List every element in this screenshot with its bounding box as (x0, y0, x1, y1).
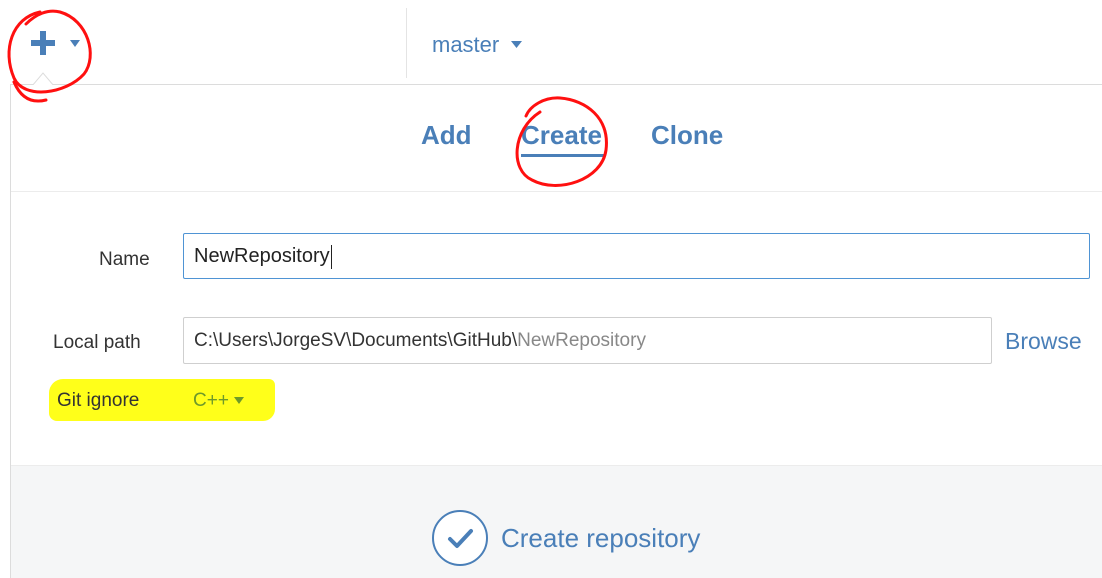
gitignore-label: Git ignore (57, 390, 140, 411)
name-label: Name (99, 249, 150, 270)
text-cursor (330, 244, 332, 269)
branch-selector[interactable]: master (432, 28, 523, 62)
caret-down-icon (511, 41, 523, 48)
caret-down-icon (70, 40, 80, 47)
caret-down-icon (233, 397, 244, 404)
gitignore-highlight: Git ignore C++ (49, 379, 275, 421)
github-desktop-window: master Add Create Clone Name NewReposito… (0, 0, 1102, 578)
gitignore-value: C++ (193, 390, 229, 411)
repository-name-input[interactable]: NewRepository (183, 233, 1090, 279)
tab-create[interactable]: Create (521, 119, 602, 151)
toolbar-divider (406, 8, 407, 78)
branch-name: master (432, 32, 500, 57)
popover-tabs: Add Create Clone (11, 85, 1102, 192)
plus-icon (31, 31, 55, 55)
browse-button[interactable]: Browse (1005, 328, 1082, 355)
gitignore-dropdown[interactable]: C++ (193, 390, 244, 412)
tab-add[interactable]: Add (421, 119, 472, 151)
active-tab-indicator (521, 154, 605, 157)
local-path-suffix: NewRepository (517, 330, 646, 351)
local-path-label: Local path (53, 332, 141, 353)
toolbar: master (0, 0, 1102, 84)
tab-clone[interactable]: Clone (651, 119, 723, 151)
create-repository-label: Create repository (501, 522, 701, 553)
create-repository-button[interactable]: Create repository (431, 508, 700, 568)
add-repository-menu-button[interactable] (30, 26, 90, 66)
local-path-input[interactable]: C:\Users\JorgeSV\Documents\GitHub\NewRep… (183, 317, 992, 364)
local-path-prefix: C:\Users\JorgeSV\Documents\GitHub\ (194, 330, 518, 351)
popover-notch (32, 72, 54, 86)
add-repository-popover: Add Create Clone Name NewRepository Loca… (10, 84, 1102, 578)
check-circle-icon (432, 510, 488, 566)
repository-name-value: NewRepository (194, 245, 330, 267)
popover-footer: Create repository (11, 465, 1102, 578)
